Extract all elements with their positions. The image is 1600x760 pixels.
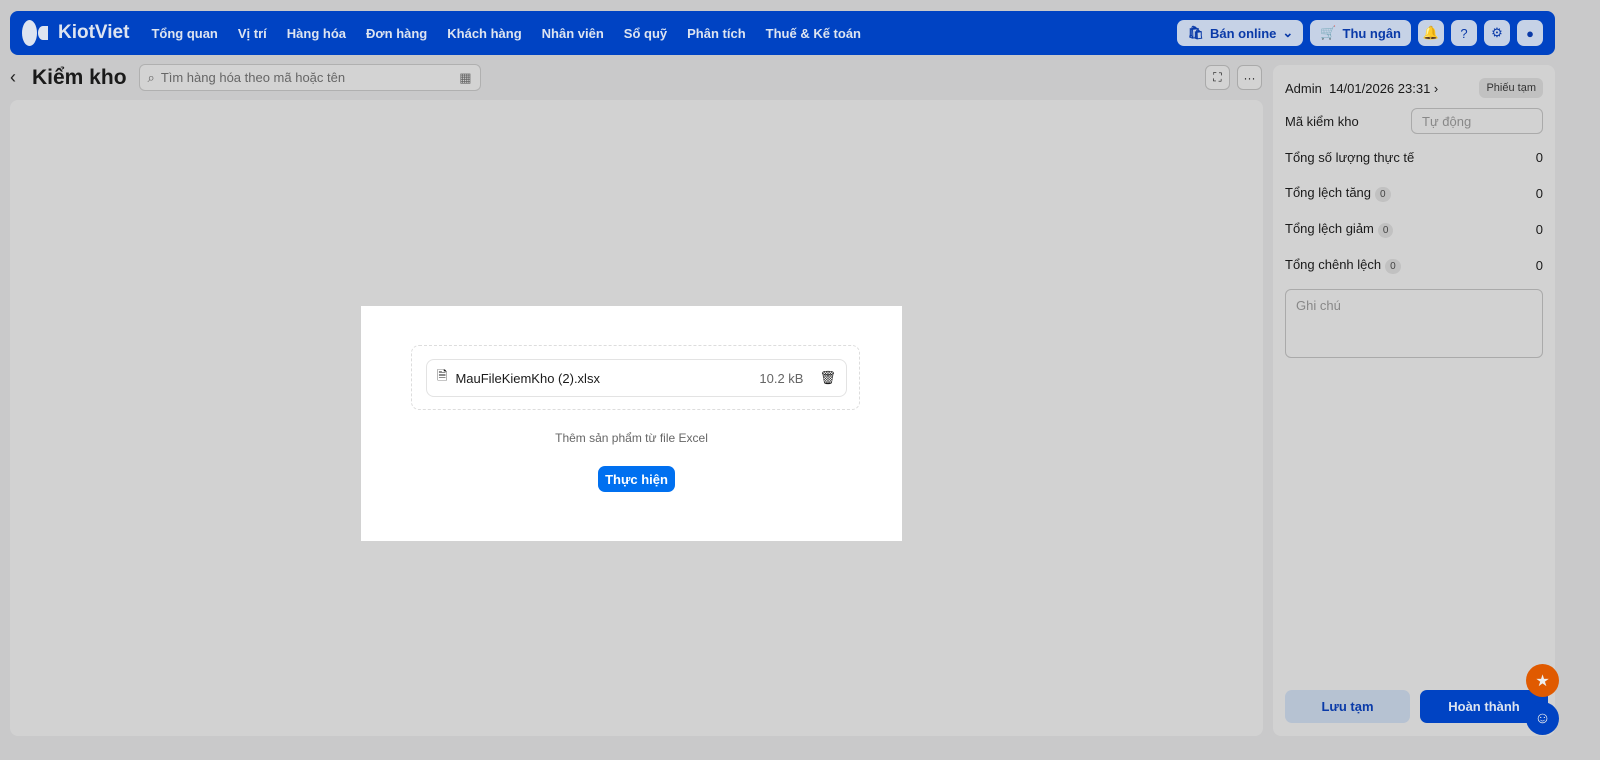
- nav-item[interactable]: Phân tích: [687, 26, 746, 41]
- datetime[interactable]: 14/01/2026 23:31: [1329, 81, 1430, 96]
- grid-icon[interactable]: ▦: [459, 70, 471, 86]
- kiotviet-logo-icon: [22, 20, 52, 46]
- shop-icon: 🛍: [1187, 25, 1204, 40]
- search-icon: ⌕: [147, 69, 155, 85]
- excel-file-icon: 🗎: [437, 368, 448, 383]
- nav-item[interactable]: Hàng hóa: [287, 26, 346, 41]
- back-button[interactable]: ‹: [10, 67, 16, 88]
- nav-item[interactable]: Sổ quỹ: [624, 26, 667, 41]
- note-textarea[interactable]: Ghi chú: [1285, 289, 1543, 358]
- ma-kiem-kho-input[interactable]: Tự động: [1411, 108, 1543, 134]
- page-title: Kiểm kho: [32, 65, 127, 89]
- status-badge: Phiếu tạm: [1479, 78, 1543, 98]
- count-badge: 0: [1385, 258, 1401, 274]
- import-excel-modal: 🗎 MauFileKiemKho (2).xlsx 10.2 kB 🗑 Thêm…: [361, 306, 902, 541]
- scan-icon: ⛶: [1213, 70, 1222, 84]
- more-icon: ···: [1243, 70, 1256, 85]
- support-icon[interactable]: ☺: [1526, 702, 1559, 735]
- nav-item[interactable]: Nhân viên: [542, 26, 604, 41]
- nav-item[interactable]: Vị trí: [238, 26, 267, 41]
- ban-online-button[interactable]: 🛍 Bán online ⌄: [1177, 20, 1304, 46]
- nav-item[interactable]: Tổng quan: [151, 26, 217, 41]
- execute-button[interactable]: Thực hiện: [598, 466, 675, 492]
- trash-icon[interactable]: 🗑: [819, 370, 836, 386]
- product-search-input[interactable]: ⌕ Tìm hàng hóa theo mã hoặc tên ▦: [138, 64, 481, 91]
- avatar[interactable]: ●: [1517, 20, 1543, 46]
- gear-icon[interactable]: ⚙: [1484, 20, 1510, 46]
- count-badge: 0: [1377, 222, 1394, 238]
- cart-icon: 🛒: [1320, 25, 1337, 40]
- more-button[interactable]: ···: [1237, 65, 1262, 90]
- summary-row: Tổng lệch giảm 0 0: [1285, 220, 1543, 238]
- summary-row: Tổng lệch tăng 0 0: [1285, 184, 1543, 202]
- main-nav: Tổng quan Vị trí Hàng hóa Đơn hàng Khách hàn…: [151, 26, 881, 41]
- file-dropzone[interactable]: 🗎 MauFileKiemKho (2).xlsx 10.2 kB 🗑: [411, 345, 860, 410]
- uploaded-file: 🗎 MauFileKiemKho (2).xlsx 10.2 kB 🗑: [426, 359, 847, 397]
- summary-row: Tổng chênh lệch 0 0: [1285, 256, 1543, 274]
- inventory-summary-panel: Admin 14/01/2026 23:31 › Phiếu tạm Mã kiể…: [1273, 65, 1555, 736]
- star-icon[interactable]: ★: [1526, 664, 1559, 697]
- thu-ngan-button[interactable]: 🛒 Thu ngân: [1310, 20, 1411, 46]
- save-draft-button[interactable]: Lưu tạm: [1285, 690, 1410, 723]
- nav-item[interactable]: Khách hàng: [447, 26, 521, 41]
- chevron-down-icon: ⌄: [1282, 25, 1294, 40]
- bell-icon[interactable]: 🔔: [1418, 20, 1444, 46]
- nav-item[interactable]: Đơn hàng: [366, 26, 427, 41]
- logo[interactable]: KiotViet: [22, 20, 129, 46]
- nav-item[interactable]: Thuế & Kế toán: [766, 26, 861, 41]
- help-icon[interactable]: ?: [1451, 20, 1477, 46]
- summary-row: Tổng số lượng thực tế 0: [1285, 149, 1543, 165]
- scan-button[interactable]: ⛶: [1205, 65, 1230, 90]
- count-badge: 0: [1375, 186, 1391, 202]
- top-navbar: KiotViet Tổng quan Vị trí Hàng hóa Đơn hàng…: [10, 11, 1555, 55]
